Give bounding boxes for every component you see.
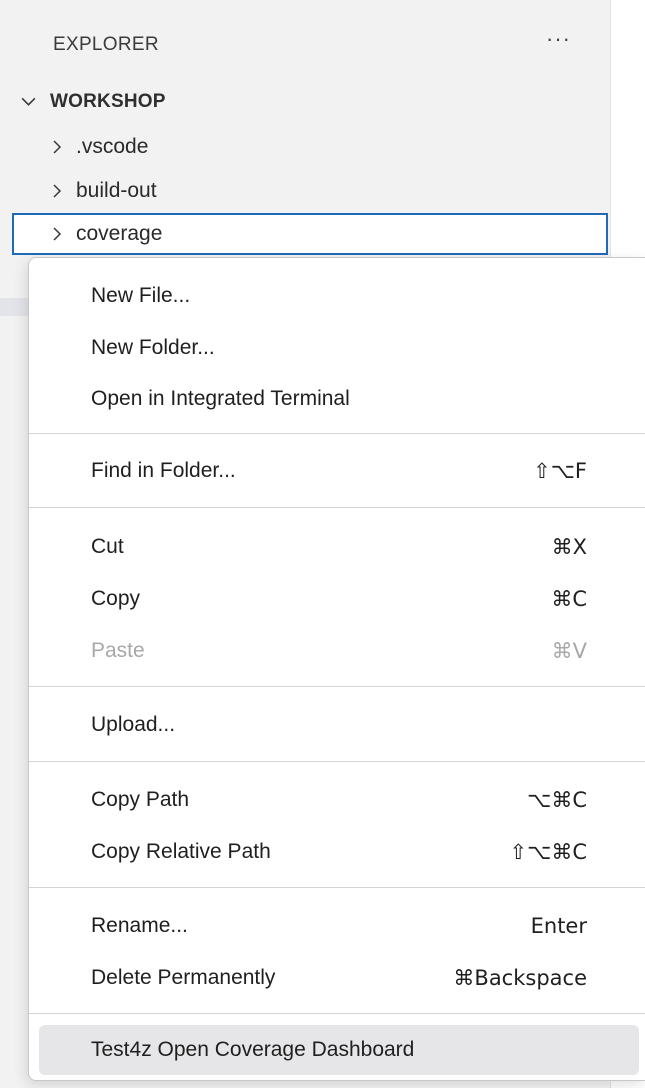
menu-item-label: New File... (91, 284, 191, 307)
menu-item-shortcut: ⌘Backspace (453, 966, 587, 990)
menu-item-shortcut: Enter (530, 914, 587, 938)
menu-item-shortcut: ⇧⌥F (533, 459, 587, 483)
tree-item-build-out[interactable]: build-out (12, 170, 608, 212)
explorer-title: EXPLORER (53, 34, 159, 55)
menu-item-shortcut: ⌘C (551, 587, 587, 611)
menu-separator (29, 1013, 645, 1014)
explorer-header: EXPLORER ··· (0, 0, 610, 88)
menu-item-paste: Paste ⌘V (39, 629, 639, 673)
menu-item-label: Paste (91, 639, 145, 662)
menu-item-rename[interactable]: Rename... Enter (39, 904, 639, 948)
menu-item-shortcut: ⇧⌥⌘C (509, 840, 587, 864)
menu-item-shortcut: ⌥⌘C (527, 788, 587, 812)
menu-item-upload[interactable]: Upload... (39, 703, 639, 747)
menu-item-label: Cut (91, 535, 124, 558)
chevron-down-icon (21, 97, 36, 106)
menu-item-cut[interactable]: Cut ⌘X (39, 525, 639, 569)
tree-item-label: build-out (76, 179, 157, 202)
menu-item-find-in-folder[interactable]: Find in Folder... ⇧⌥F (39, 449, 639, 493)
menu-item-new-file[interactable]: New File... (39, 274, 639, 318)
menu-item-label: New Folder... (91, 336, 215, 359)
menu-item-label: Delete Permanently (91, 966, 276, 989)
menu-item-copy[interactable]: Copy ⌘C (39, 577, 639, 621)
menu-separator (29, 761, 645, 762)
tree-item-label: .vscode (76, 135, 149, 158)
menu-item-label: Open in Integrated Terminal (91, 387, 350, 410)
tree-item-vscode[interactable]: .vscode (12, 126, 608, 168)
context-menu: New File... New Folder... Open in Integr… (28, 257, 645, 1081)
menu-item-label: Copy Path (91, 788, 190, 811)
menu-item-copy-path[interactable]: Copy Path ⌥⌘C (39, 778, 639, 822)
menu-separator (29, 686, 645, 687)
menu-item-open-in-terminal[interactable]: Open in Integrated Terminal (39, 377, 639, 421)
menu-separator (29, 507, 645, 508)
menu-item-shortcut: ⌘X (551, 535, 587, 559)
ellipsis-icon[interactable]: ··· (546, 26, 571, 52)
menu-item-label: Copy Relative Path (91, 840, 271, 863)
hover-row-hint (0, 298, 30, 316)
menu-item-copy-relative-path[interactable]: Copy Relative Path ⇧⌥⌘C (39, 830, 639, 874)
menu-item-label: Rename... (91, 914, 188, 937)
menu-item-new-folder[interactable]: New Folder... (39, 326, 639, 370)
menu-item-delete-permanently[interactable]: Delete Permanently ⌘Backspace (39, 956, 639, 1000)
menu-item-label: Find in Folder... (91, 459, 236, 482)
menu-item-label: Upload... (91, 713, 176, 736)
tree-item-label: coverage (76, 222, 163, 245)
workspace-folder-row[interactable]: WORKSHOP (0, 82, 610, 120)
tree-item-coverage[interactable]: coverage (12, 213, 608, 255)
menu-item-shortcut: ⌘V (551, 639, 587, 663)
menu-separator (29, 887, 645, 888)
workspace-label: WORKSHOP (50, 91, 166, 112)
menu-separator (29, 433, 645, 434)
menu-item-label: Copy (91, 587, 141, 610)
chevron-right-icon (53, 227, 62, 241)
menu-item-label: Test4z Open Coverage Dashboard (91, 1038, 415, 1061)
menu-item-test4z-open-coverage-dashboard[interactable]: Test4z Open Coverage Dashboard (39, 1025, 639, 1075)
chevron-right-icon (53, 184, 62, 198)
chevron-right-icon (53, 140, 62, 154)
